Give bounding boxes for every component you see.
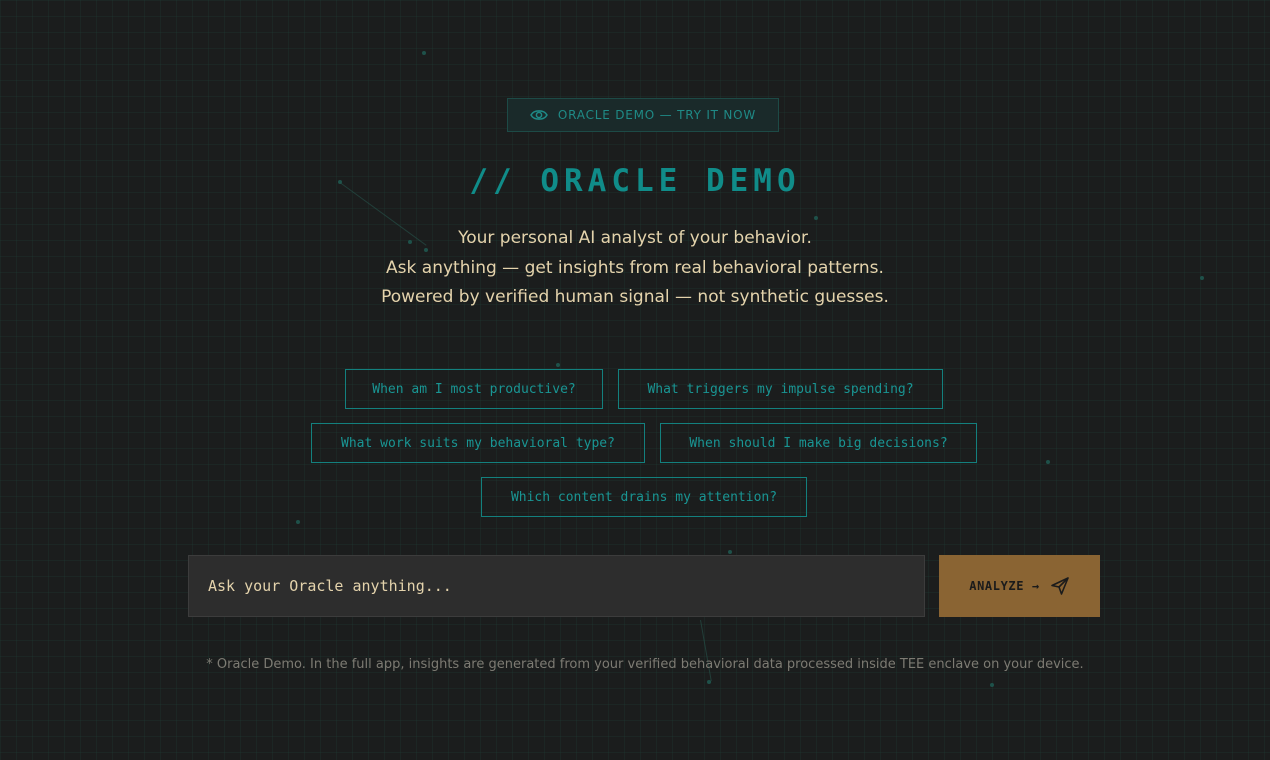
decor-dot: [556, 363, 560, 367]
suggestion-chip[interactable]: Which content drains my attention?: [481, 477, 807, 517]
eye-icon: [530, 108, 548, 122]
decor-dot: [422, 51, 426, 55]
demo-badge: ORACLE DEMO — TRY IT NOW: [507, 98, 779, 132]
footnote: * Oracle Demo. In the full app, insights…: [206, 657, 1084, 672]
subtitle-line: Ask anything — get insights from real be…: [386, 258, 884, 278]
send-icon: [1050, 576, 1070, 596]
suggestion-chip[interactable]: When should I make big decisions?: [660, 423, 977, 463]
decor-dot: [1046, 460, 1050, 464]
decor-dot: [814, 216, 818, 220]
oracle-demo-page: ORACLE DEMO — TRY IT NOW // ORACLE DEMO …: [0, 0, 1270, 760]
subtitle-line: Powered by verified human signal — not s…: [381, 287, 889, 307]
page-title: // ORACLE DEMO: [469, 163, 801, 199]
decor-line: [700, 620, 712, 682]
decor-dot: [990, 683, 994, 687]
suggestion-chip[interactable]: What triggers my impulse spending?: [618, 369, 943, 409]
decor-dot: [728, 550, 732, 554]
subtitle-line: Your personal AI analyst of your behavio…: [458, 228, 812, 248]
decor-dot: [424, 248, 428, 252]
suggestion-chip[interactable]: When am I most productive?: [345, 369, 603, 409]
badge-label: ORACLE DEMO — TRY IT NOW: [557, 108, 757, 122]
ask-input[interactable]: [188, 555, 925, 617]
analyze-button[interactable]: ANALYZE →: [939, 555, 1100, 617]
analyze-button-label: ANALYZE →: [969, 579, 1040, 593]
suggestion-chip[interactable]: What work suits my behavioral type?: [311, 423, 645, 463]
decor-dot: [296, 520, 300, 524]
